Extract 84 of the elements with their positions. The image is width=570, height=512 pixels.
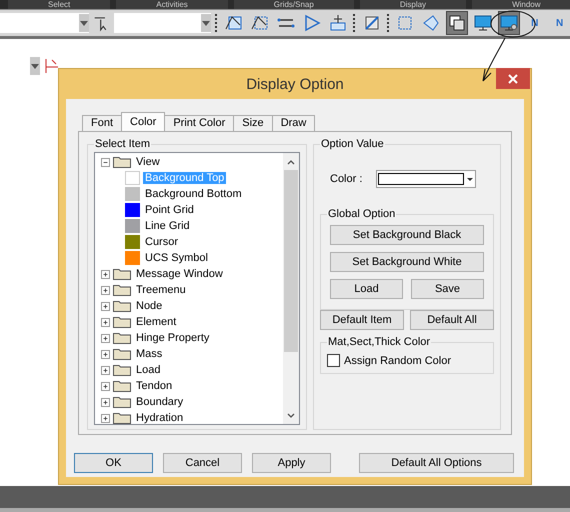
tree-item[interactable]: Message Window <box>134 268 225 280</box>
toolbar-button[interactable] <box>446 11 468 35</box>
folder-icon <box>113 412 131 424</box>
folder-icon <box>113 364 131 376</box>
tree-item[interactable]: Cursor <box>143 236 180 248</box>
scrollbar[interactable] <box>283 153 299 424</box>
plus-icon[interactable] <box>101 366 110 374</box>
close-button[interactable] <box>496 68 530 89</box>
tab[interactable]: Color <box>121 112 166 131</box>
plus-icon[interactable] <box>101 414 110 422</box>
folder-icon <box>113 332 131 344</box>
plus-icon[interactable] <box>101 302 110 310</box>
checkbox-label[interactable]: Assign Random Color <box>344 354 451 366</box>
tree-view[interactable]: View Background Top Background Bottom Point Grid Line Grid Cursor UCS Symbol Message Window Treemenu Node Element Hinge Property Mass Load Tendon Boundary Hydration <box>94 152 300 425</box>
minus-icon[interactable] <box>101 158 110 166</box>
color-dropdown[interactable] <box>376 170 476 188</box>
tree-item[interactable]: Hinge Property <box>134 332 212 344</box>
menu-tab[interactable]: Window <box>472 0 570 9</box>
save-button[interactable]: Save <box>411 279 484 299</box>
toolbar-icon <box>328 13 348 33</box>
plus-icon[interactable] <box>101 270 110 278</box>
tree-item[interactable]: Mass <box>134 348 164 360</box>
hand-drawn-arrow <box>481 37 507 83</box>
folder-icon <box>113 396 131 408</box>
dropdown-button[interactable] <box>30 57 40 75</box>
folder-icon <box>113 156 131 168</box>
caret-icon <box>31 64 39 68</box>
folder-icon <box>113 380 131 392</box>
tree-item[interactable]: Node <box>134 300 164 312</box>
tree-item[interactable]: Treemenu <box>134 284 188 296</box>
node-label: N <box>556 18 564 28</box>
plus-icon[interactable] <box>101 334 110 342</box>
menu-tab[interactable]: Select <box>8 0 110 9</box>
caret-icon <box>202 20 210 26</box>
folder-icon <box>113 316 131 328</box>
menu-tab[interactable]: Activities <box>116 0 228 9</box>
toolbar-icon <box>421 13 442 33</box>
toolbar-button[interactable] <box>498 11 520 35</box>
tree-item[interactable]: Line Grid <box>143 220 192 232</box>
tree-item[interactable]: Point Grid <box>143 204 196 216</box>
tree-item[interactable]: Hydration <box>134 412 186 424</box>
field-label: Color : <box>330 173 362 185</box>
folder-icon <box>113 348 131 360</box>
toolbar-icon <box>473 13 494 33</box>
caret-icon <box>80 20 88 26</box>
tab[interactable]: Draw <box>272 115 316 131</box>
group-title: Select Item <box>94 138 152 150</box>
menu-tab[interactable]: Grids/Snap <box>234 0 354 9</box>
dialog-button[interactable]: Cancel <box>163 453 242 473</box>
checkbox[interactable] <box>327 354 340 367</box>
tree-item[interactable]: Load <box>134 364 162 376</box>
tree-item[interactable]: Background Bottom <box>143 188 244 200</box>
plus-icon[interactable] <box>101 318 110 326</box>
group-title: Option Value <box>320 138 385 150</box>
tree-item[interactable]: Tendon <box>134 380 174 392</box>
folder-icon <box>113 268 131 280</box>
default-item-button[interactable]: Default Item <box>320 310 404 330</box>
folder-icon <box>113 300 131 312</box>
toolbar-icon <box>447 13 468 33</box>
tree-item[interactable]: View <box>134 156 162 168</box>
menu-tab[interactable]: Display <box>360 0 466 9</box>
action-button[interactable]: Set Background White <box>330 252 484 272</box>
axis-icon <box>44 59 60 73</box>
group-title: Mat,Sect,Thick Color <box>327 336 432 348</box>
default-all-button[interactable]: Default All <box>410 310 494 330</box>
tree-item[interactable]: UCS Symbol <box>143 252 210 264</box>
toolbar-icon <box>499 13 520 33</box>
action-button[interactable]: Set Background Black <box>330 225 484 245</box>
dialog-button[interactable]: Apply <box>252 453 331 473</box>
plus-icon[interactable] <box>101 398 110 406</box>
plus-icon[interactable] <box>101 350 110 358</box>
dialog-button[interactable]: Default All Options <box>359 453 514 473</box>
group-title: Global Option <box>327 208 396 220</box>
tree-item[interactable]: Boundary <box>134 396 186 408</box>
folder-icon <box>113 284 131 296</box>
window-title: Display Option <box>246 76 344 92</box>
dialog-button[interactable]: OK <box>74 453 153 473</box>
close-icon <box>508 74 518 84</box>
tree-item[interactable]: Element <box>134 316 178 328</box>
load-button[interactable]: Load <box>330 279 403 299</box>
tab[interactable]: Font <box>82 115 122 131</box>
plus-icon[interactable] <box>101 286 110 294</box>
plus-icon[interactable] <box>101 382 110 390</box>
hand-drawn-circle <box>490 10 536 38</box>
